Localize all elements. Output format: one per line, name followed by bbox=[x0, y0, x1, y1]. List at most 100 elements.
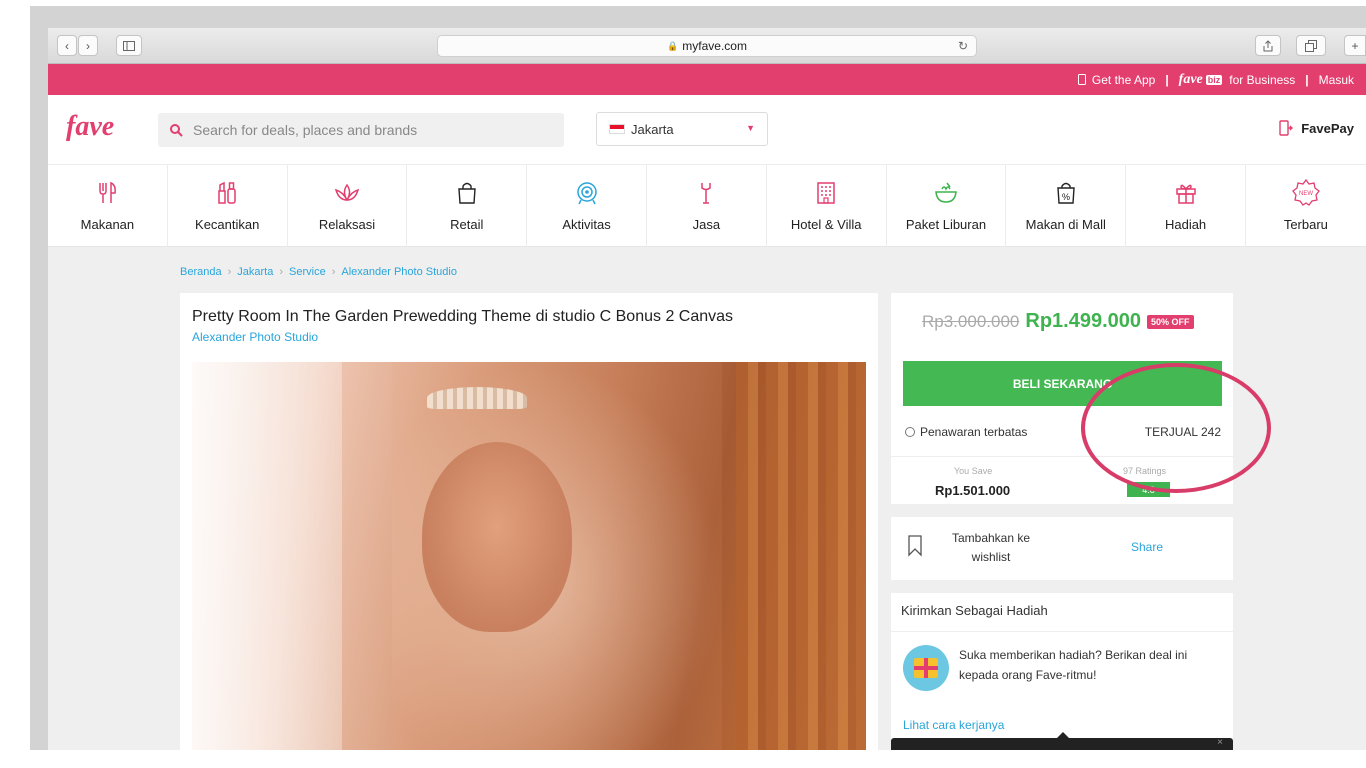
shopping-bag-icon bbox=[458, 182, 476, 204]
category-terbaru[interactable]: NEW Terbaru bbox=[1246, 165, 1366, 247]
category-makan-di-mall[interactable]: % Makan di Mall bbox=[1006, 165, 1127, 247]
category-makanan[interactable]: Makanan bbox=[48, 165, 168, 247]
add-to-wishlist[interactable]: Tambahkan ke wishlist bbox=[943, 529, 1039, 567]
gift-title: Kirimkan Sebagai Hadiah bbox=[901, 603, 1048, 618]
chevron-right-icon: › bbox=[279, 266, 284, 278]
breadcrumb-item-beranda[interactable]: Beranda bbox=[180, 266, 222, 278]
share-icon bbox=[1263, 39, 1273, 51]
original-price: Rp3.000.000 bbox=[922, 311, 1020, 331]
divider bbox=[891, 631, 1233, 632]
favepay-label: FavePay bbox=[1301, 120, 1354, 136]
fave-logo[interactable]: fave bbox=[66, 111, 114, 143]
favebiz-logo: fave bbox=[1178, 71, 1203, 87]
category-label: Relaksasi bbox=[318, 217, 376, 232]
svg-text:%: % bbox=[1062, 192, 1070, 202]
indonesia-flag-icon bbox=[609, 124, 625, 134]
site-header: fave Jakarta ▼ FavePay bbox=[48, 95, 1366, 165]
reload-icon[interactable]: ↻ bbox=[958, 39, 968, 53]
category-nav: Makanan Kecantikan Relaksasi Retail Akti… bbox=[48, 165, 1366, 247]
separator: | bbox=[1165, 72, 1169, 87]
category-jasa[interactable]: Jasa bbox=[647, 165, 767, 247]
back-button[interactable]: ‹ bbox=[57, 35, 77, 56]
deal-title: Pretty Room In The Garden Prewedding The… bbox=[192, 308, 734, 325]
category-hadiah[interactable]: Hadiah bbox=[1126, 165, 1246, 247]
category-label: Hotel & Villa bbox=[790, 217, 862, 232]
new-badge-icon: NEW bbox=[1291, 178, 1320, 206]
price-row: Rp3.000.000 Rp1.499.000 50% OFF bbox=[922, 310, 1194, 333]
share-link[interactable]: Share bbox=[1131, 540, 1163, 554]
city-label: Jakarta bbox=[631, 121, 674, 137]
for-business-label: for Business bbox=[1229, 72, 1296, 87]
gift-description: Suka memberikan hadiah? Berikan deal ini… bbox=[959, 648, 1188, 682]
favepay-link[interactable]: FavePay bbox=[1279, 120, 1354, 136]
city-selector[interactable]: Jakarta ▼ bbox=[596, 112, 768, 146]
search-input[interactable] bbox=[193, 122, 553, 138]
category-label: Makan di Mall bbox=[1025, 217, 1106, 232]
url-text: myfave.com bbox=[682, 39, 747, 53]
breadcrumb-item-merchant[interactable]: Alexander Photo Studio bbox=[341, 266, 457, 278]
category-label: Terbaru bbox=[1283, 217, 1328, 232]
breadcrumb-item-service[interactable]: Service bbox=[289, 266, 326, 278]
category-label: Paket Liburan bbox=[905, 217, 987, 232]
new-tab-button[interactable]: + bbox=[1344, 35, 1366, 56]
favepay-icon bbox=[1279, 120, 1294, 136]
lock-icon: 🔒 bbox=[667, 40, 679, 51]
wishlist-card: Tambahkan ke wishlist Share bbox=[891, 517, 1233, 580]
category-relaksasi[interactable]: Relaksasi bbox=[288, 165, 408, 247]
tabs-icon bbox=[1305, 39, 1317, 52]
clock-icon bbox=[905, 427, 915, 437]
category-retail[interactable]: Retail bbox=[407, 165, 528, 247]
food-bowl-icon bbox=[935, 182, 957, 203]
category-label: Hadiah bbox=[1164, 217, 1207, 232]
category-label: Kecantikan bbox=[195, 217, 260, 232]
merchant-link[interactable]: Alexander Photo Studio bbox=[192, 330, 318, 344]
discount-bag-icon: % bbox=[1057, 182, 1075, 204]
tooltip-popup: × bbox=[891, 732, 1233, 750]
breadcrumb-item-jakarta[interactable]: Jakarta bbox=[237, 266, 273, 278]
category-label: Retail bbox=[450, 217, 484, 232]
login-link[interactable]: Masuk bbox=[1319, 73, 1354, 87]
share-button[interactable] bbox=[1255, 35, 1281, 56]
bookmark-icon[interactable] bbox=[907, 535, 925, 558]
search-box bbox=[158, 113, 564, 147]
get-app-link[interactable]: Get the App bbox=[1077, 72, 1156, 87]
breadcrumb: Beranda › Jakarta › Service › Alexander … bbox=[180, 266, 457, 278]
chevron-right-icon: › bbox=[227, 266, 232, 278]
favebiz-link[interactable]: fave biz for Business bbox=[1179, 72, 1296, 88]
limited-offer-label: Penawaran terbatas bbox=[920, 425, 1028, 439]
cosmetics-icon bbox=[218, 181, 236, 204]
chevron-down-icon: ▼ bbox=[746, 123, 755, 133]
get-app-label: Get the App bbox=[1091, 72, 1156, 87]
new-badge-text: NEW bbox=[1299, 191, 1313, 197]
address-bar[interactable]: 🔒 myfave.com ↻ bbox=[437, 35, 977, 57]
gift-icon bbox=[1175, 184, 1196, 204]
category-aktivitas[interactable]: Aktivitas bbox=[527, 165, 647, 247]
category-hotel-villa[interactable]: Hotel & Villa bbox=[767, 165, 887, 247]
chevron-right-icon: › bbox=[331, 266, 336, 278]
lotus-icon bbox=[334, 183, 360, 202]
utensils-icon bbox=[99, 181, 117, 203]
category-paket-liburan[interactable]: Paket Liburan bbox=[887, 165, 1007, 247]
gift-box-icon bbox=[903, 645, 949, 691]
biz-badge: biz bbox=[1205, 74, 1223, 85]
tabs-button[interactable] bbox=[1296, 35, 1326, 56]
deal-card: Pretty Room In The Garden Prewedding The… bbox=[180, 293, 878, 750]
you-save-value: Rp1.501.000 bbox=[935, 483, 1011, 498]
target-icon bbox=[576, 182, 597, 205]
highlight-circle bbox=[1081, 363, 1271, 493]
deal-photo[interactable] bbox=[192, 362, 866, 750]
category-label: Aktivitas bbox=[562, 217, 611, 232]
phone-icon bbox=[1077, 74, 1086, 85]
gift-card: Kirimkan Sebagai Hadiah Suka memberikan … bbox=[891, 593, 1233, 750]
sidebar-toggle-button[interactable] bbox=[116, 35, 142, 56]
close-icon[interactable]: × bbox=[1217, 738, 1223, 748]
how-it-works-link[interactable]: Lihat cara kerjanya bbox=[903, 718, 1004, 732]
category-kecantikan[interactable]: Kecantikan bbox=[168, 165, 288, 247]
forward-button[interactable]: › bbox=[78, 35, 98, 56]
utility-bar: Get the App | fave biz for Business | Ma… bbox=[48, 64, 1366, 95]
discount-badge: 50% OFF bbox=[1147, 314, 1194, 329]
category-label: Makanan bbox=[80, 217, 135, 232]
sidebar-icon bbox=[123, 40, 135, 51]
limited-offer: Penawaran terbatas bbox=[905, 425, 1027, 439]
separator: | bbox=[1305, 72, 1309, 87]
